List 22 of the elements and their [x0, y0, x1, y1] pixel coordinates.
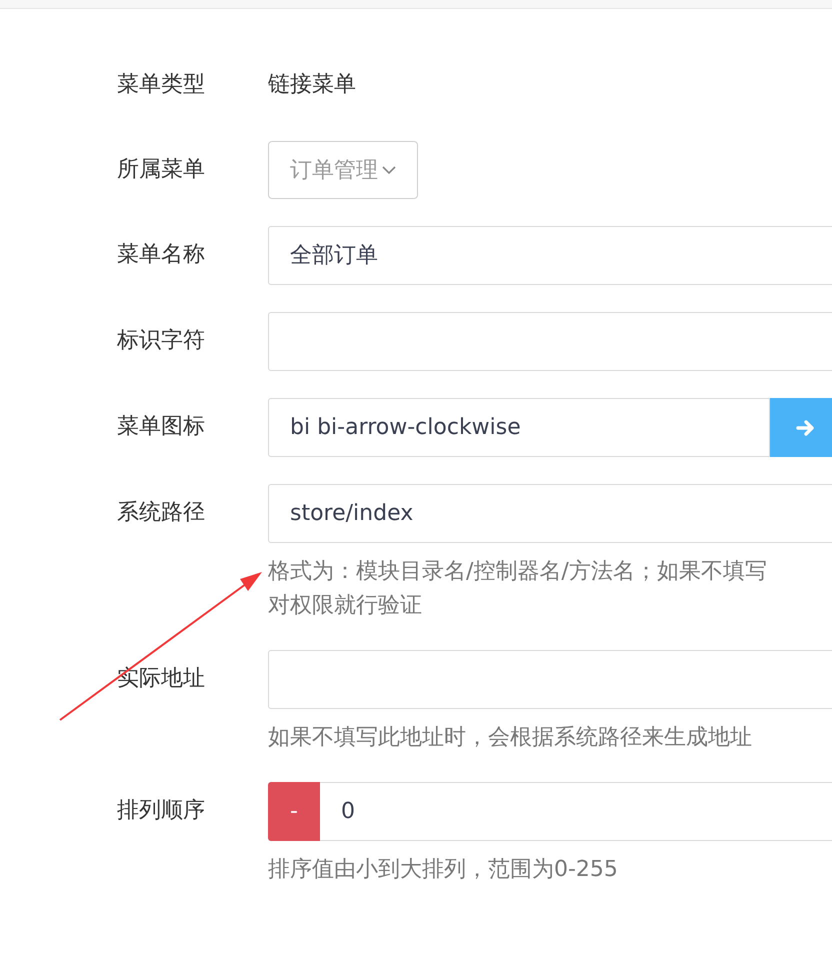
field-label: 菜单类型 [117, 71, 206, 99]
input-field[interactable] [268, 312, 832, 371]
input-field[interactable]: 全部订单 [268, 226, 832, 285]
decrement-button[interactable]: - [268, 782, 320, 841]
help-text: 排序值由小到大排列，范围为0-255 [268, 856, 619, 884]
field-label: 排列顺序 [117, 797, 206, 825]
field-label: 标识字符 [117, 327, 206, 355]
chevron-down-icon [382, 166, 396, 174]
help-text: 对权限就行验证 [268, 592, 423, 620]
input-field[interactable]: bi bi-arrow-clockwise [268, 398, 770, 457]
field-label: 菜单图标 [117, 413, 206, 441]
input-field[interactable]: store/index [268, 484, 832, 543]
field-label: 系统路径 [117, 499, 206, 527]
help-text: 如果不填写此地址时，会根据系统路径来生成地址 [268, 724, 753, 752]
input-field[interactable] [268, 650, 832, 709]
input-field[interactable]: 0 [320, 782, 832, 841]
field-value: 链接菜单 [268, 71, 357, 99]
select-icon-button[interactable] [770, 398, 832, 457]
arrow-right-icon [796, 418, 816, 438]
field-label: 菜单名称 [117, 241, 206, 269]
help-text: 格式为：模块目录名/控制器名/方法名；如果不填写 [268, 558, 768, 586]
field-label: 所属菜单 [117, 156, 206, 184]
